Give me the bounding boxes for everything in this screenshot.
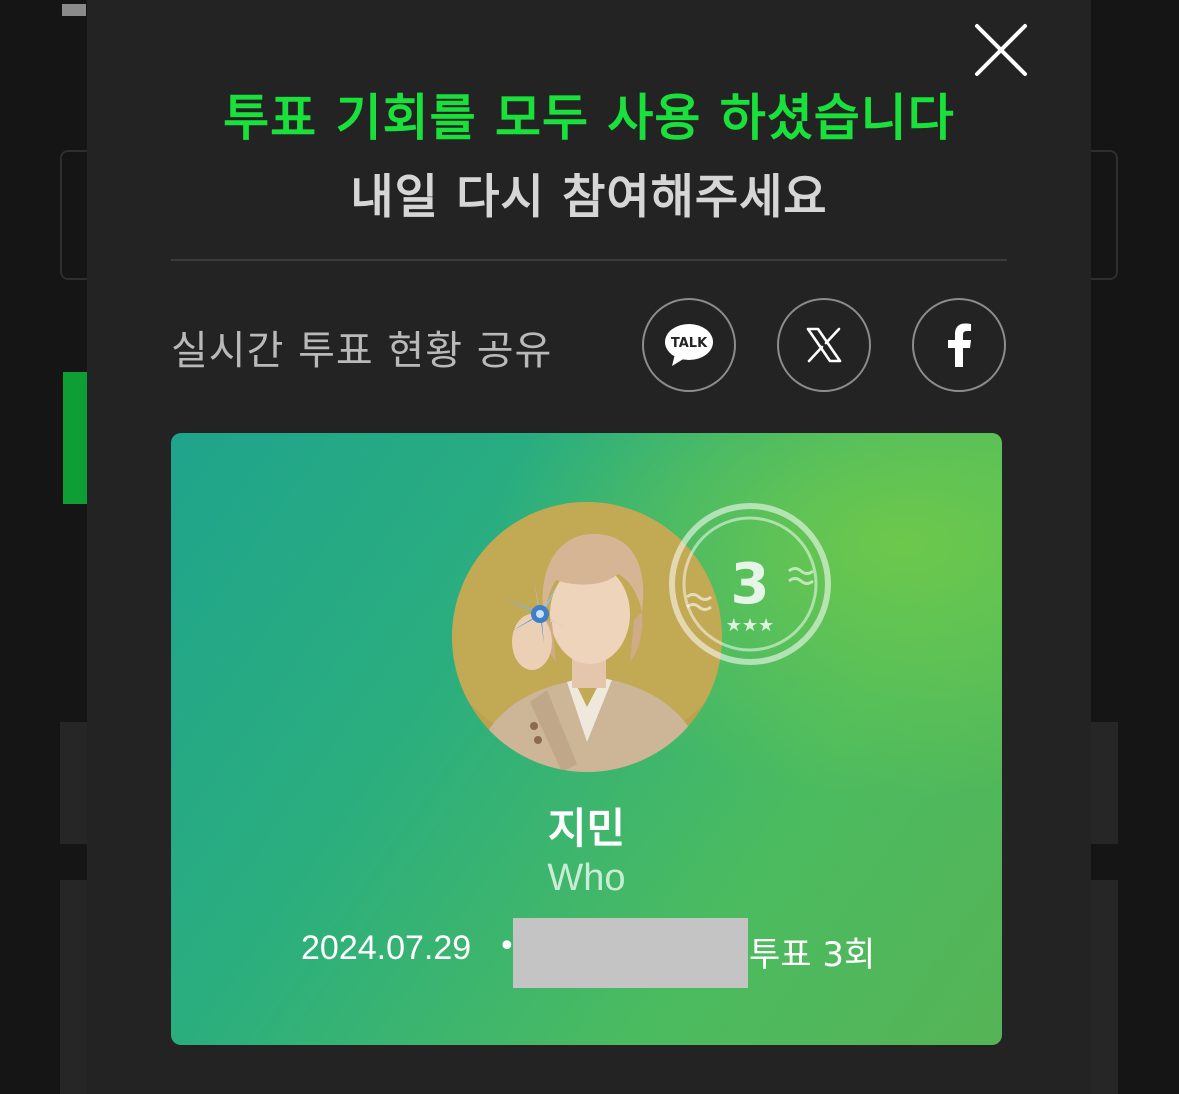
close-icon (975, 24, 1027, 76)
background-accent-bar (63, 372, 87, 504)
share-facebook-button[interactable] (912, 298, 1006, 392)
share-kakaotalk-button[interactable]: TALK (642, 298, 736, 392)
stamp-number: 3 (731, 552, 770, 617)
close-button[interactable] (973, 22, 1029, 78)
song-title: Who (547, 857, 626, 899)
vote-result-modal: 투표 기회를 모두 사용 하셨습니다 내일 다시 참여해주세요 실시간 투표 현… (87, 0, 1091, 1094)
redacted-block (513, 918, 748, 988)
stamp-stars: ★★★ (726, 615, 774, 636)
modal-title: 투표 기회를 모두 사용 하셨습니다 (223, 89, 955, 147)
x-logo-icon (806, 327, 842, 363)
share-label: 실시간 투표 현황 공유 (171, 328, 553, 374)
facebook-icon (948, 323, 971, 367)
artist-name: 지민 (547, 804, 626, 853)
vote-count: 투표 3회 (749, 935, 876, 975)
divider (171, 259, 1007, 261)
kakaotalk-icon-label: TALK (671, 336, 708, 351)
modal-subtitle: 내일 다시 참여해주세요 (350, 170, 828, 225)
vote-result-card: 3 ★★★ 지민 Who 2024.07.29 • 투표 3회 (171, 433, 1002, 1045)
vote-date: 2024.07.29 (301, 929, 472, 967)
background-tab-indicator (62, 4, 86, 16)
share-x-button[interactable] (777, 298, 871, 392)
vote-count-stamp: 3 ★★★ (665, 499, 835, 669)
kakaotalk-icon: TALK (665, 324, 713, 366)
